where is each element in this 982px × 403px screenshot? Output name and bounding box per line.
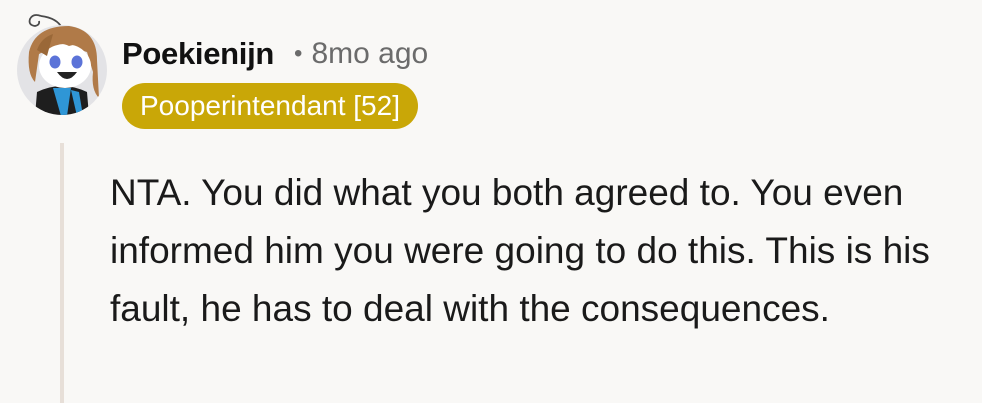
user-flair-badge: Pooperintendant [52] — [122, 83, 418, 129]
comment-text: NTA. You did what you both agreed to. Yo… — [110, 172, 930, 329]
comment-body: NTA. You did what you both agreed to. Yo… — [110, 164, 970, 338]
thread-line[interactable] — [60, 143, 64, 403]
comment-timestamp[interactable]: 8mo ago — [311, 37, 428, 71]
meta-separator: • — [294, 40, 303, 67]
comment-header: Poekienijn • 8mo ago — [122, 36, 428, 72]
username-link[interactable]: Poekienijn — [122, 36, 274, 72]
user-avatar-icon[interactable] — [17, 12, 107, 116]
